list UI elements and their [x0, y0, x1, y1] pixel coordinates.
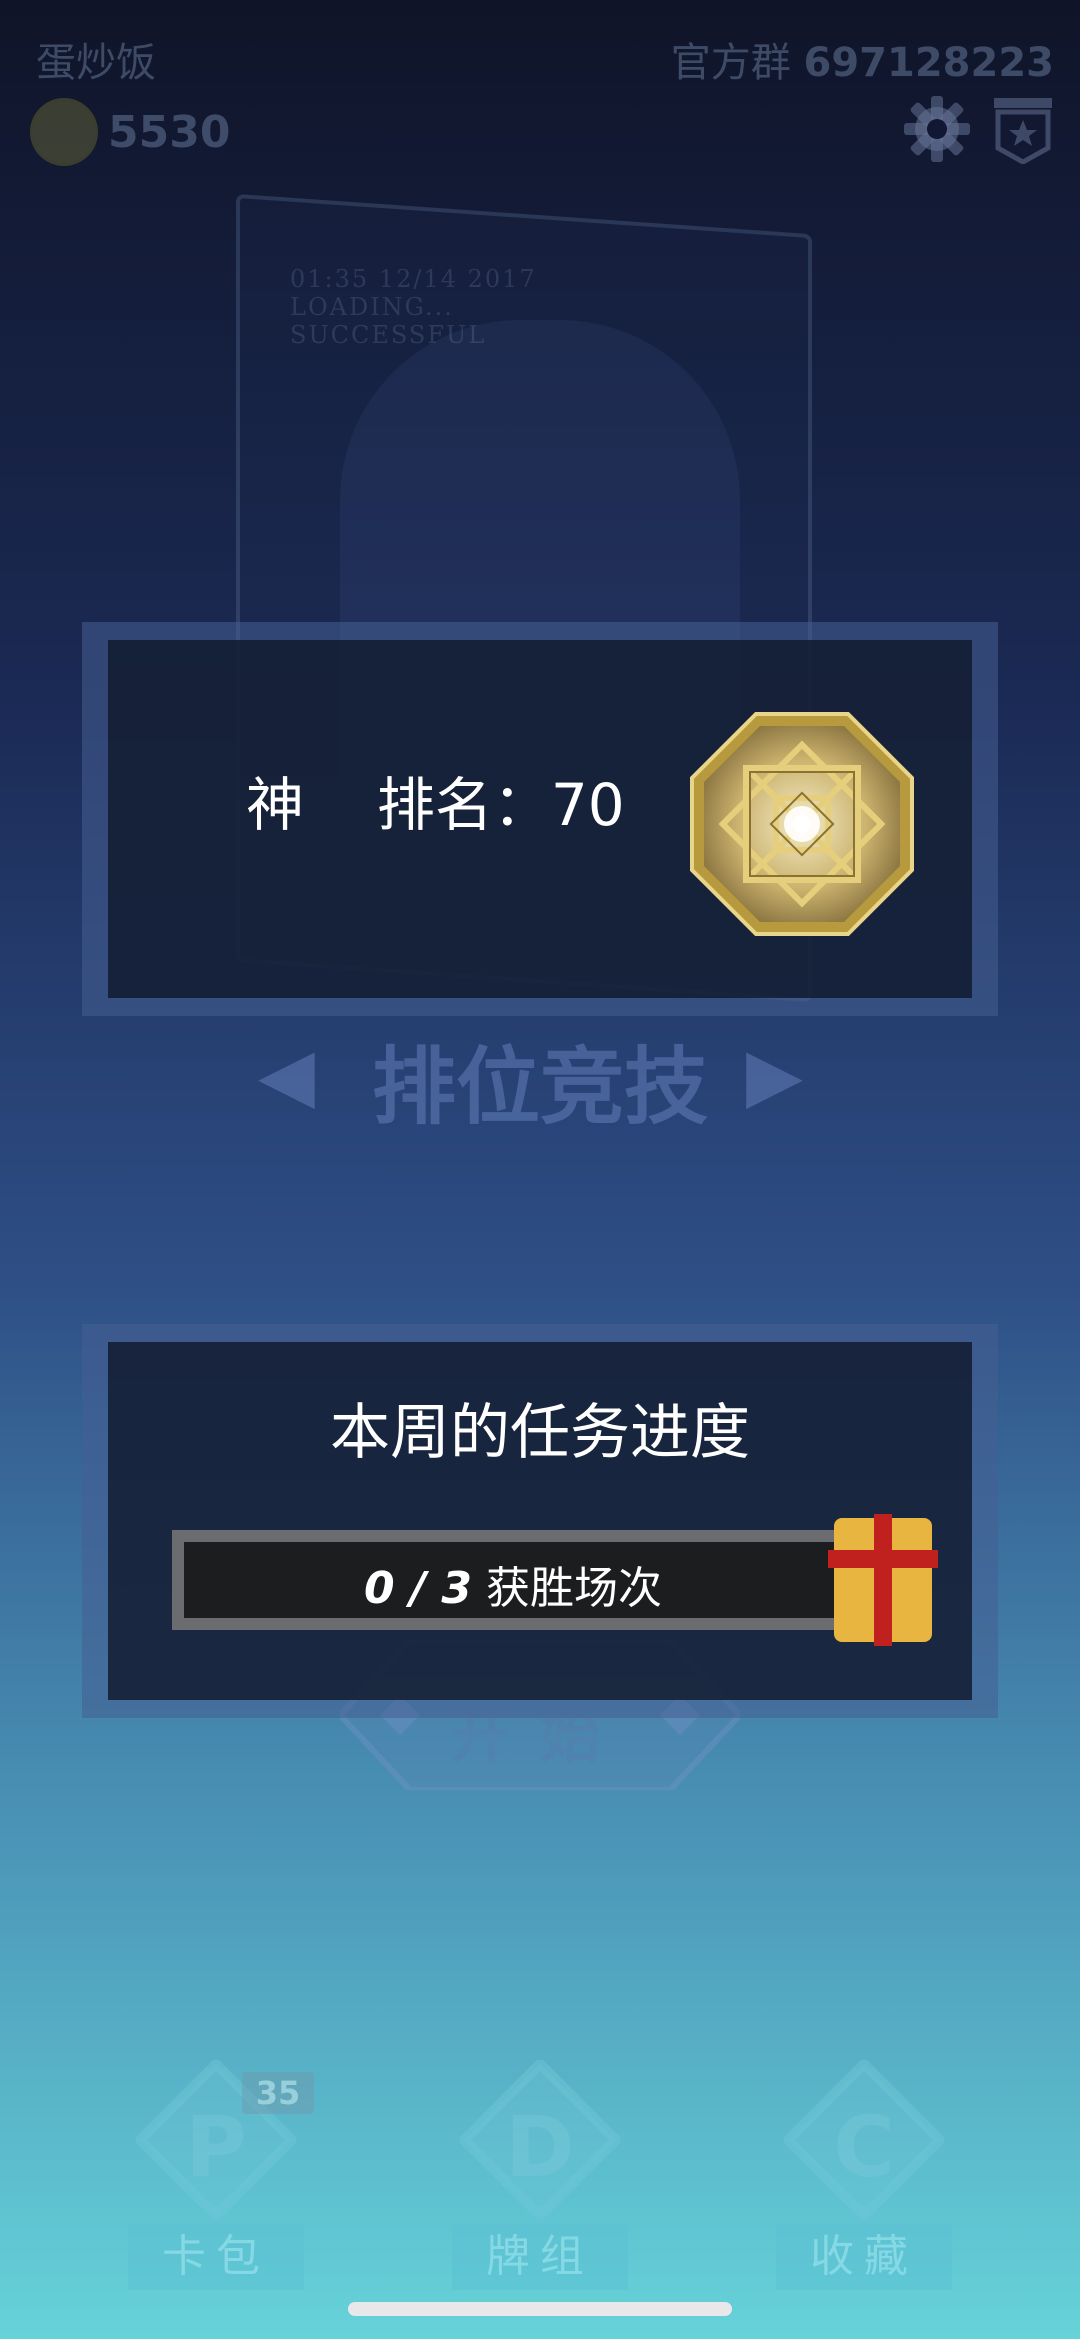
- gear-icon[interactable]: [900, 92, 974, 166]
- card-text-line: SUCCESSFUL: [290, 321, 487, 349]
- weekly-task-panel-body: 本周的任务进度 0 / 3 获胜场次: [108, 1342, 972, 1700]
- rank-panel: 神 排名：70: [82, 622, 998, 1016]
- rank-text: 神 排名：70: [246, 758, 625, 842]
- octagon-rank-emblem-icon: [690, 712, 914, 936]
- background-card-text: 01:35 12/14 2017 LOADING... SUCCESSFUL: [290, 265, 537, 349]
- nav-label: 收藏: [776, 2224, 952, 2290]
- task-progress-text: 0 / 3 获胜场次: [184, 1552, 842, 1616]
- rank-badge-icon[interactable]: [992, 96, 1054, 164]
- coin-value: 5530: [108, 106, 231, 158]
- card-text-line: LOADING...: [290, 293, 454, 321]
- official-group-label: 官方群 697128223: [671, 30, 1054, 88]
- nav-label: 牌组: [452, 2224, 628, 2290]
- mode-title: 排位竞技: [371, 1038, 708, 1136]
- nav-collection[interactable]: C 收藏: [764, 2060, 964, 2290]
- card-pack-count-badge: 35: [242, 2072, 314, 2114]
- weekly-task-title: 本周的任务进度: [330, 1398, 750, 1468]
- task-progress-bar: 0 / 3 获胜场次: [172, 1530, 854, 1630]
- task-progress-track: 0 / 3 获胜场次: [184, 1542, 842, 1618]
- group-label-text: 官方群: [670, 40, 791, 86]
- task-progress-label: 获胜场次: [485, 1563, 662, 1614]
- home-indicator[interactable]: [348, 2302, 732, 2316]
- coin-icon: [30, 98, 98, 166]
- rank-label: 排名：: [376, 771, 551, 839]
- nav-letter: C: [833, 2098, 895, 2196]
- coin-balance: 5530: [30, 98, 230, 166]
- mode-next-arrow[interactable]: ▶: [746, 1032, 803, 1118]
- weekly-task-panel: 本周的任务进度 0 / 3 获胜场次: [82, 1324, 998, 1718]
- card-text-line: 01:35 12/14 2017: [290, 265, 537, 293]
- rank-tier: 神: [246, 771, 305, 839]
- nav-label: 卡包: [128, 2224, 304, 2290]
- task-progress-count: 0 / 3: [364, 1563, 472, 1614]
- nav-letter: D: [505, 2098, 575, 2196]
- gift-box-icon[interactable]: [828, 1514, 938, 1646]
- player-name: 蛋炒饭: [36, 40, 156, 86]
- rank-value: 70: [550, 771, 625, 839]
- nav-deck[interactable]: D 牌组: [440, 2060, 640, 2290]
- group-number: 697128223: [803, 40, 1055, 86]
- rank-panel-body: 神 排名：70: [108, 640, 972, 998]
